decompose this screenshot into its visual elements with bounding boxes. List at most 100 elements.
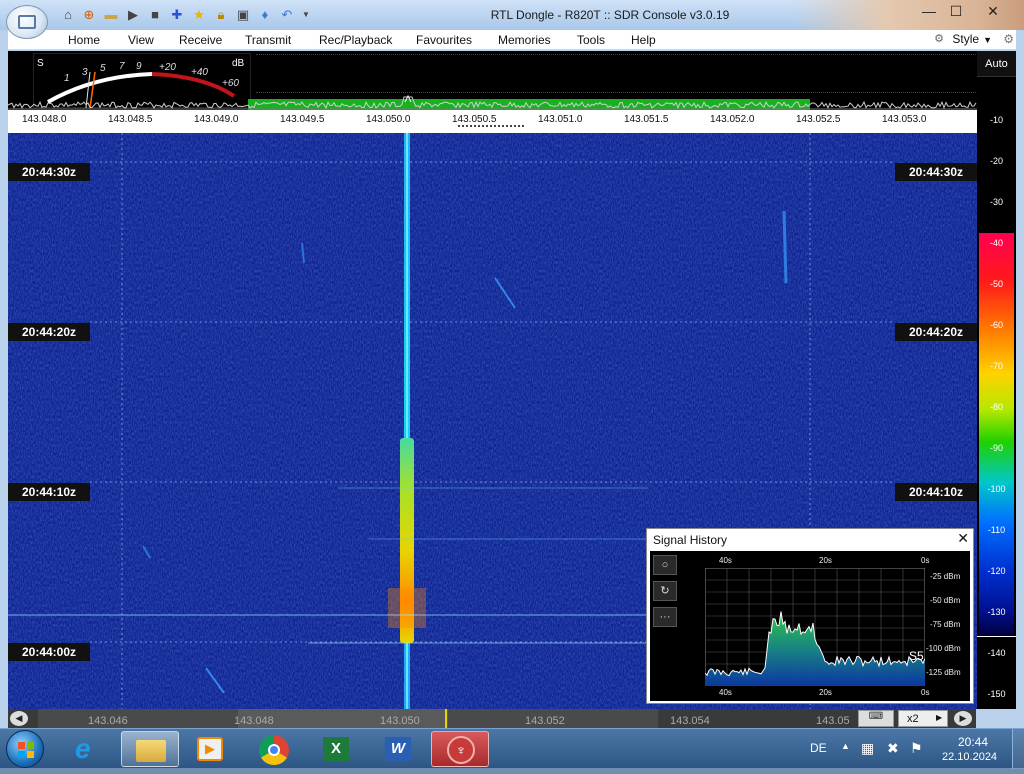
level-axis-label: -50 dBm <box>930 596 961 605</box>
taskbar-media-player[interactable]: ▶ <box>181 731 239 767</box>
style-gear-icon[interactable]: ⚙ <box>934 32 944 45</box>
reset-button[interactable]: ↻ <box>653 581 677 601</box>
close-button[interactable]: ✕ <box>978 2 1008 22</box>
minimize-button[interactable]: — <box>914 2 944 22</box>
chrome-icon <box>259 735 289 765</box>
s-tick: +40 <box>191 67 208 78</box>
style-dropdown[interactable]: Style ▼ <box>952 32 992 46</box>
overview-freq-label: 143.05 <box>816 715 850 727</box>
freq-tick-label: 143.050.0 <box>366 114 411 125</box>
action-center-icon[interactable]: ⚑ <box>910 740 923 757</box>
settings-gear-icon[interactable]: ⚙ <box>1003 32 1014 46</box>
auto-scale-button[interactable]: Auto <box>977 51 1016 77</box>
db-level-label: -120 <box>987 566 1006 576</box>
menu-transmit[interactable]: Transmit <box>245 33 291 47</box>
app-menu-orb[interactable] <box>6 5 48 39</box>
keyboard-icon[interactable]: ⌨ <box>858 710 894 727</box>
freq-tick-label: 143.052.5 <box>796 114 841 125</box>
media-player-icon: ▶ <box>197 737 223 761</box>
db-level-label: -110 <box>987 525 1006 535</box>
menu-rec-playback[interactable]: Rec/Playback <box>319 33 392 47</box>
freq-tick-label: 143.050.5 <box>452 114 497 125</box>
spectrum-panel: S dB 1 3 5 7 9 +20 +40 +60 <box>8 51 977 110</box>
network-icon[interactable]: ▦ <box>861 740 874 757</box>
spectrum-trace[interactable] <box>8 93 977 110</box>
time-label-right: 20:44:30z <box>895 163 977 181</box>
internet-explorer-icon: e <box>75 733 91 764</box>
frequency-ruler[interactable]: 143.048.0 143.048.5 143.049.0 143.049.5 … <box>8 110 977 128</box>
window-title: RTL Dongle - R820T :: SDR Console v3.0.1… <box>490 8 730 22</box>
time-axis-label: 20s <box>819 556 832 565</box>
menu-view[interactable]: View <box>128 33 154 47</box>
menu-favourites[interactable]: Favourites <box>416 33 472 47</box>
s-tick: 1 <box>64 73 70 84</box>
menu-help[interactable]: Help <box>631 33 656 47</box>
db-level-label: -20 <box>989 156 1003 166</box>
clock-time[interactable]: 20:44 <box>958 735 988 749</box>
db-level-label: -60 <box>989 320 1003 330</box>
freq-tick-label: 143.052.0 <box>710 114 755 125</box>
signal-history-panel: Signal History ✕ ○ ↻ ··· 40s 20s 0s 40s … <box>646 528 974 704</box>
overview-freq-label: 143.052 <box>525 715 565 727</box>
speaker-muted-icon[interactable]: ✖ <box>887 740 899 757</box>
db-divider <box>977 636 1016 637</box>
s-tick: 5 <box>100 63 106 74</box>
taskbar-word[interactable]: W <box>369 731 427 767</box>
excel-icon: X <box>323 737 349 761</box>
time-axis-label: 40s <box>719 556 732 565</box>
freq-tick-label: 143.049.5 <box>280 114 325 125</box>
scroll-right-icon[interactable]: ▶ <box>954 711 972 726</box>
menu-tools[interactable]: Tools <box>577 33 605 47</box>
freq-tick-label: 143.051.5 <box>624 114 669 125</box>
overview-freq-label: 143.048 <box>234 715 274 727</box>
s-reading: S5 <box>909 649 924 663</box>
scroll-left-icon[interactable]: ◀ <box>10 711 28 726</box>
s-label: S <box>37 58 44 69</box>
close-icon[interactable]: ✕ <box>957 530 969 547</box>
sdr-console-window: ⌂ ⊕ ▬ ▶ ■ ✚ ★ 🔒︎ ▣ ♦ ↶ ▼ RTL Dongle - R8… <box>0 0 1024 728</box>
taskbar-internet-explorer[interactable]: e <box>60 731 118 767</box>
db-level-label: -40 <box>989 238 1003 248</box>
s-tick: 3 <box>82 67 88 78</box>
chevron-down-icon: ▼ <box>983 35 992 45</box>
taskbar-excel[interactable]: X <box>307 731 365 767</box>
time-axis-label: 40s <box>719 688 732 697</box>
overview-freq-label: 143.050 <box>380 715 420 727</box>
db-level-label: -140 <box>987 648 1006 658</box>
freq-tick-label: 143.053.0 <box>882 114 927 125</box>
sdr-console-icon: ♆ <box>447 736 475 764</box>
signal-history-plot: S5 <box>705 568 925 686</box>
signal-history-title: Signal History <box>653 533 728 547</box>
db-label: dB <box>232 58 245 69</box>
menu-home[interactable]: Home <box>68 33 100 47</box>
show-hidden-icons[interactable]: ▲ <box>841 741 850 751</box>
start-button[interactable] <box>6 730 44 768</box>
s-tick: +20 <box>159 62 176 73</box>
time-label-left: 20:44:20z <box>8 323 90 341</box>
db-level-label: -100 <box>987 484 1006 494</box>
db-level-label: -130 <box>987 607 1006 617</box>
frequency-scroll-bar[interactable]: ◀ 143.046 143.048 143.050 143.052 143.05… <box>8 709 976 728</box>
taskbar-explorer[interactable] <box>121 731 179 767</box>
db-level-label: -50 <box>989 279 1003 289</box>
time-label-left: 20:44:30z <box>8 163 90 181</box>
menu-memories[interactable]: Memories <box>498 33 551 47</box>
maximize-button[interactable]: ☐ <box>941 2 971 22</box>
freq-tick-label: 143.048.5 <box>108 114 153 125</box>
clock-date[interactable]: 22.10.2024 <box>942 751 997 763</box>
record-button[interactable]: ○ <box>653 555 677 575</box>
time-axis-label: 0s <box>921 688 930 697</box>
more-button[interactable]: ··· <box>653 607 677 627</box>
show-desktop-button[interactable] <box>1012 729 1024 769</box>
title-bar: ⌂ ⊕ ▬ ▶ ■ ✚ ★ 🔒︎ ▣ ♦ ↶ ▼ RTL Dongle - R8… <box>0 0 1024 39</box>
freq-tick-label: 143.049.0 <box>194 114 239 125</box>
menu-receive[interactable]: Receive <box>179 33 222 47</box>
zoom-dropdown[interactable]: x2 ▶ <box>898 710 948 727</box>
db-scale[interactable]: Auto -10 -20 -30 -40 -50 -60 -70 -80 -90… <box>977 51 1016 709</box>
taskbar-chrome[interactable] <box>245 731 303 767</box>
language-indicator[interactable]: DE <box>810 741 827 755</box>
style-label: Style <box>952 32 980 46</box>
taskbar-sdr-console[interactable]: ♆ <box>431 731 489 767</box>
menu-bar: Home View Receive Transmit Rec/Playback … <box>8 30 1016 50</box>
time-label-left: 20:44:00z <box>8 643 90 661</box>
